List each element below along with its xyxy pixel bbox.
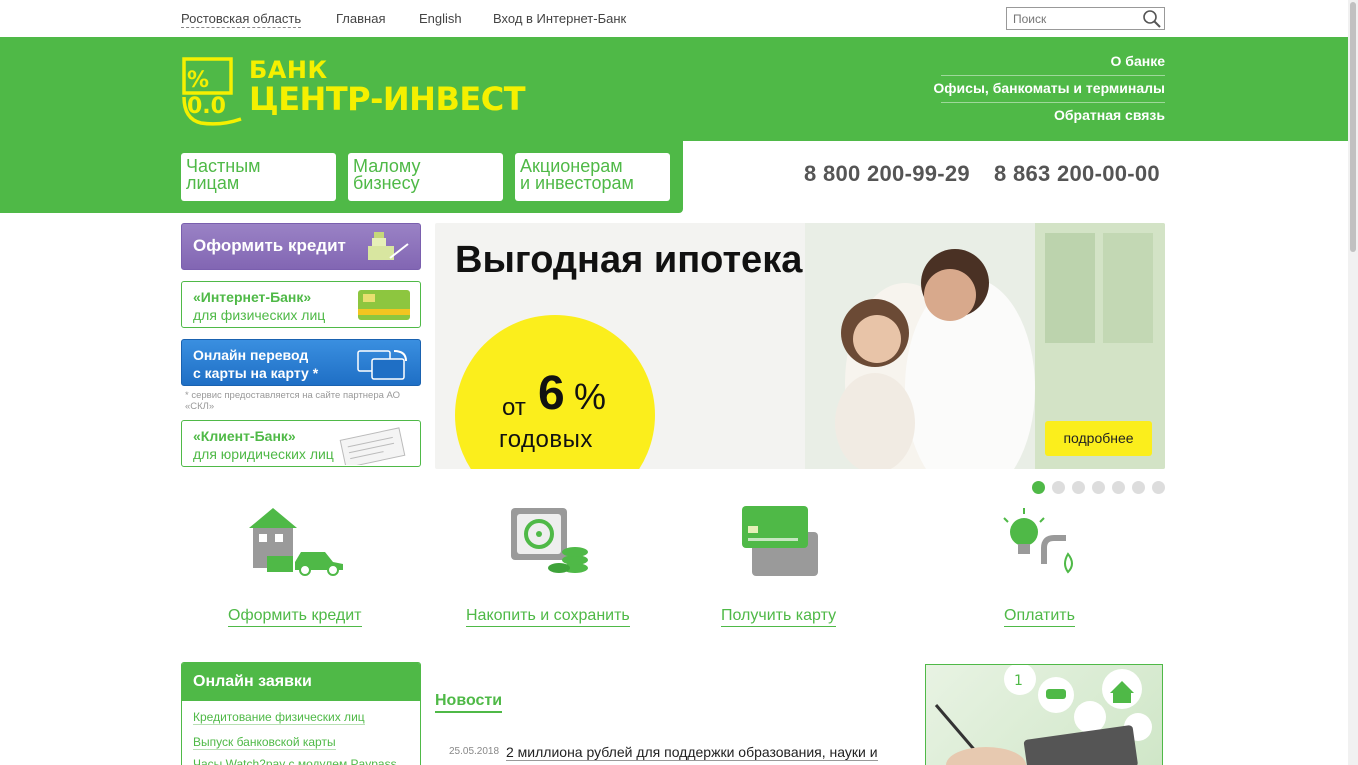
tab-label: и инвесторам [520,173,634,193]
svg-text:%: % [187,68,209,93]
divider [941,102,1165,103]
rate-percent: % [574,376,607,417]
app-link-watch[interactable]: Часы Watch2pay с модулем Paypass [193,757,397,765]
home-link[interactable]: Главная [336,11,385,26]
english-link[interactable]: English [419,11,462,26]
button-label: Оформить кредит [193,236,346,255]
cash-register-icon [368,232,409,260]
promo-image[interactable]: 1 [925,664,1163,765]
app-link-credit[interactable]: Кредитование физических лиц [193,710,365,725]
tab-investors[interactable]: Акционерам и инвесторам [515,153,670,201]
feedback-link[interactable]: Обратная связь [1054,107,1165,123]
bank-card-icon [358,290,410,320]
rate-from: от [502,394,526,421]
logo-text-name: ЦЕНТР-ИНВЕСТ [249,80,526,118]
top-bar: Ростовская область Главная English Вход … [0,0,1348,37]
more-button[interactable]: подробнее [1045,421,1152,456]
tab-label: лицам [186,173,240,193]
client-bank-button[interactable]: «Клиент-Банк» для юридических лиц [181,420,421,467]
rate-label: годовых [499,426,593,453]
button-subtitle: с карты на карту * [193,365,319,381]
button-label: Онлайн перевод с карты на карту * [193,346,318,382]
button-label: «Клиент-Банк» для юридических лиц [193,427,334,463]
scrollbar-thumb[interactable] [1350,2,1356,252]
banner-title: Выгодная ипотека [455,239,803,281]
slider-dot[interactable] [1132,481,1145,494]
tab-individuals[interactable]: Частным лицам [181,153,336,201]
button-subtitle: для юридических лиц [193,446,334,462]
phone-local[interactable]: 8 863 200-00-00 [994,161,1160,187]
app-link-card[interactable]: Выпуск банковской карты [193,735,336,750]
search-box [1006,7,1165,30]
button-subtitle: для физических лиц [193,307,326,323]
phone-federal[interactable]: 8 800 200-99-29 [804,161,970,187]
safe-coins-icon[interactable] [505,504,605,578]
svg-text:0.0: 0.0 [187,94,226,119]
about-link[interactable]: О банке [1111,53,1165,69]
button-title: «Клиент-Банк» [193,428,296,444]
button-title: «Интернет-Банк» [193,289,312,305]
page: Ростовская область Главная English Вход … [0,0,1358,765]
documents-icon [339,427,406,465]
news-title-text: 2 миллиона рублей для поддержки образова… [506,744,878,765]
slider-dot[interactable] [1032,481,1045,494]
rate-value: 6 [538,367,565,420]
slider-dot[interactable] [1112,481,1125,494]
online-applications-panel: Онлайн заявки Кредитование физических ли… [181,662,421,765]
internet-bank-button[interactable]: «Интернет-Банк» для физических лиц [181,281,421,328]
slider-dot[interactable] [1092,481,1105,494]
slider-dot[interactable] [1072,481,1085,494]
calculator-illustration: 1 [934,665,1152,765]
divider [941,75,1165,76]
button-title: Онлайн перевод [193,347,309,363]
tab-label: бизнесу [353,173,420,193]
panel-title: Онлайн заявки [182,663,420,701]
service-savings-link[interactable]: Накопить и сохранить [466,607,630,627]
utilities-icon[interactable] [990,504,1090,578]
region-selector[interactable]: Ростовская область [181,11,302,28]
house-car-icon[interactable] [245,504,345,578]
apply-credit-button[interactable]: Оформить кредит [181,223,421,270]
card-transfer-button[interactable]: Онлайн перевод с карты на карту * [181,339,421,386]
service-payments-link[interactable]: Оплатить [1004,607,1075,627]
slider-dot[interactable] [1152,481,1165,494]
slider-dot[interactable] [1052,481,1065,494]
news-title-link[interactable]: 2 миллиона рублей для поддержки образова… [506,743,886,765]
search-icon[interactable] [1142,9,1162,29]
bank-cards-icon[interactable] [738,504,838,578]
card-transfer-icon [357,350,407,380]
svg-text:1: 1 [1014,673,1023,689]
news-date: 25.05.2018 [449,746,500,757]
search-input[interactable] [1007,8,1137,29]
news-heading[interactable]: Новости [435,692,503,713]
button-label: «Интернет-Банк» для физических лиц [193,288,325,324]
service-card-link[interactable]: Получить карту [721,607,837,627]
ibank-login-link[interactable]: Вход в Интернет-Банк [493,11,626,26]
offices-link[interactable]: Офисы, банкоматы и терминалы [933,80,1165,96]
tab-small-business[interactable]: Малому бизнесу [348,153,503,201]
service-credit-link[interactable]: Оформить кредит [228,607,362,627]
transfer-note: * сервис предоставляется на сайте партне… [185,390,401,412]
